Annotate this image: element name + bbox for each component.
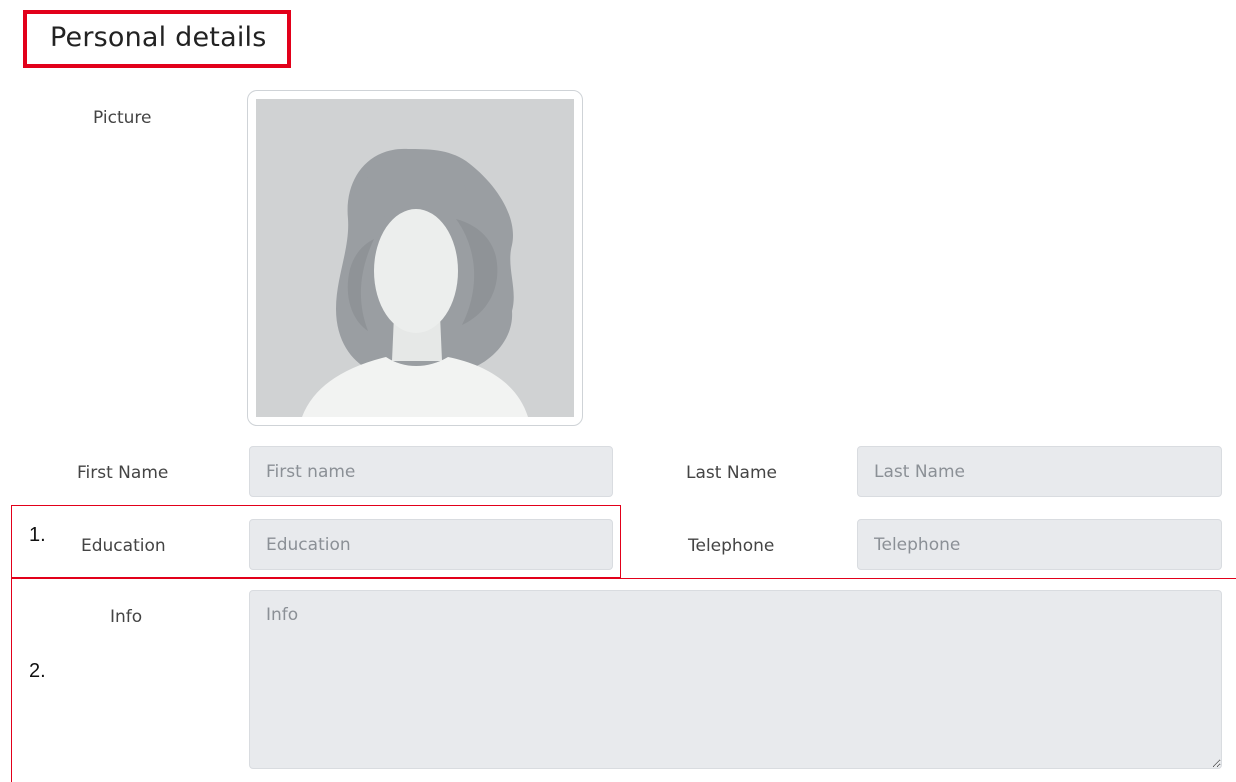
telephone-input[interactable]: [857, 519, 1222, 570]
last-name-input[interactable]: [857, 446, 1222, 497]
first-name-label: First Name: [77, 463, 169, 483]
profile-picture[interactable]: [247, 90, 583, 426]
education-input[interactable]: [249, 519, 613, 570]
annotation-marker-2: 2.: [29, 660, 46, 682]
last-name-label: Last Name: [686, 463, 777, 483]
education-label: Education: [81, 536, 166, 556]
page-title: Personal details: [50, 22, 267, 53]
info-textarea[interactable]: [249, 590, 1222, 769]
picture-label: Picture: [93, 108, 152, 128]
annotation-marker-1: 1.: [29, 524, 46, 546]
telephone-label: Telephone: [688, 536, 775, 556]
female-avatar-icon: [302, 148, 528, 417]
info-label: Info: [110, 607, 143, 627]
first-name-input[interactable]: [249, 446, 613, 497]
avatar-placeholder: [256, 99, 574, 417]
